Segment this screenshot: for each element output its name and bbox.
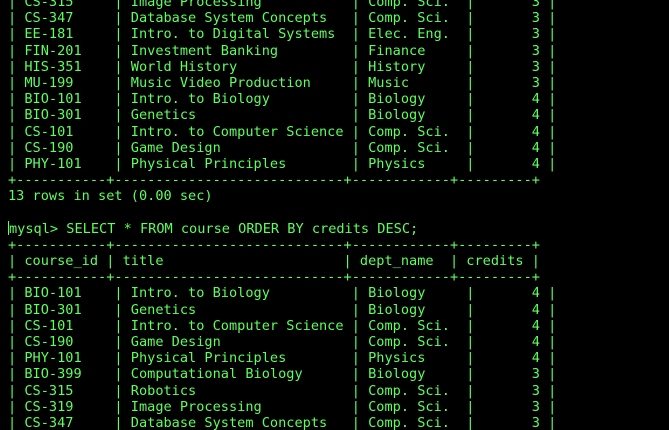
result-row: | CS-319 | Image Processing | Comp. Sci.… [8, 398, 557, 415]
result-row: | BIO-301 | Genetics | Biology | 4 | [8, 301, 557, 318]
table-header: | course_id | title | dept_name | credit… [8, 253, 540, 269]
result-row: | FIN-201 | Investment Banking | Finance… [8, 42, 557, 59]
result-row: | CS-347 | Database System Concepts | Co… [8, 414, 557, 430]
result-row: | BIO-101 | Intro. to Biology | Biology … [8, 91, 557, 108]
result-row: | CS-190 | Game Design | Comp. Sci. | 4 … [8, 139, 557, 156]
result-row: | CS-190 | Game Design | Comp. Sci. | 4 … [8, 333, 557, 350]
result-row: | BIO-301 | Genetics | Biology | 4 | [8, 107, 557, 124]
result-row: | CS-101 | Intro. to Computer Science | … [8, 317, 557, 334]
table-border: +-----------+---------------------------… [8, 172, 540, 189]
table-border: +-----------+---------------------------… [8, 269, 540, 286]
table-border: +-----------+---------------------------… [8, 236, 540, 253]
result-row: | BIO-101 | Intro. to Biology | Biology … [8, 285, 557, 302]
result-row: | CS-347 | Database System Concepts | Co… [8, 10, 557, 27]
terminal-window[interactable]: | CS-315 | Image Processing | Comp. Sci.… [0, 0, 669, 430]
command-line[interactable]: mysql> SELECT * FROM course ORDER BY cre… [8, 220, 669, 237]
sql-command: SELECT * FROM course ORDER BY credits DE… [66, 220, 419, 237]
result-row: | BIO-399 | Computational Biology | Biol… [8, 366, 557, 383]
result-row: | PHY-101 | Physical Principles | Physic… [8, 350, 557, 367]
result-row: | CS-101 | Intro. to Computer Science | … [8, 123, 557, 140]
result-summary: 13 rows in set (0.00 sec) [8, 188, 213, 205]
result-row: | CS-315 | Image Processing | Comp. Sci.… [8, 0, 557, 10]
result-row: | EE-181 | Intro. to Digital Systems | E… [8, 26, 557, 43]
result-row: | HIS-351 | World History | History | 3 … [8, 58, 557, 75]
result-row: | MU-199 | Music Video Production | Musi… [8, 74, 557, 91]
mysql-prompt: mysql> [9, 220, 67, 237]
result-row: | PHY-101 | Physical Principles | Physic… [8, 155, 557, 172]
result-row: | CS-315 | Robotics | Comp. Sci. | 3 | [8, 382, 557, 399]
